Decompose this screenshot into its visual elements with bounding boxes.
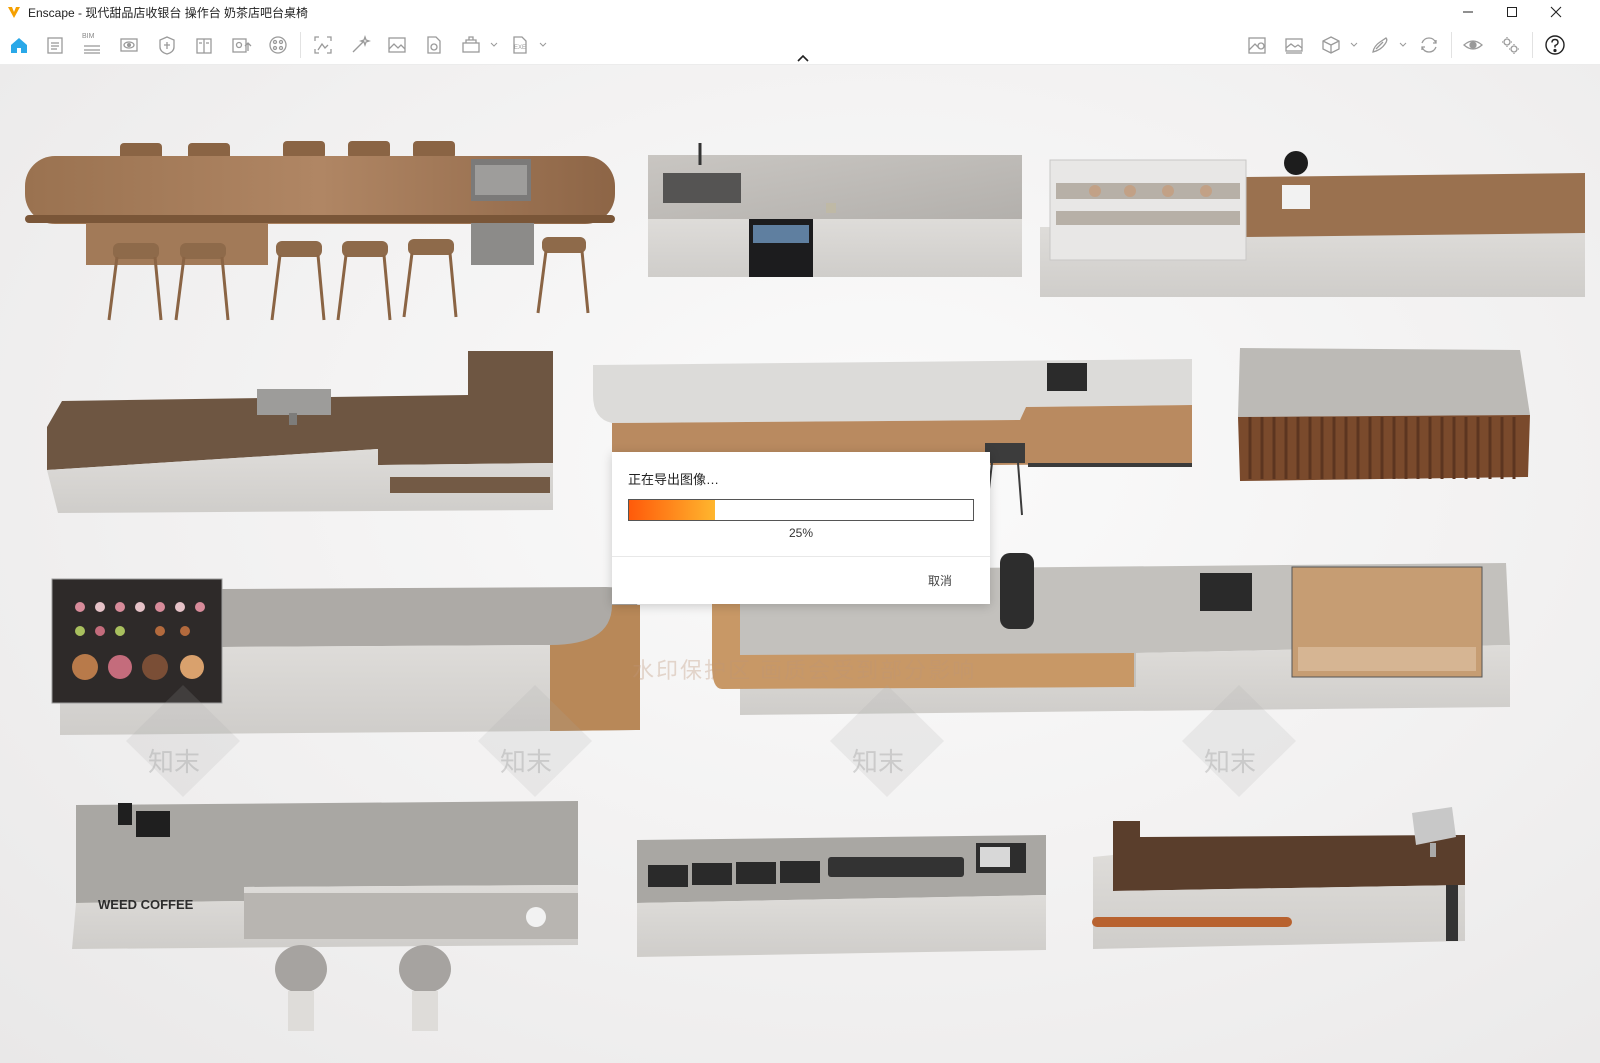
cube-icon	[1322, 36, 1340, 54]
progress-bar	[628, 499, 974, 521]
toolbar-separator	[1451, 32, 1452, 58]
watermark-logo: 知末	[852, 748, 904, 778]
chevron-down-icon[interactable]	[490, 41, 498, 49]
asset-button[interactable]	[156, 34, 178, 56]
watermark-logo: 知末	[1204, 748, 1256, 778]
export-progress-dialog: 正在导出图像… 25% 取消	[612, 452, 990, 604]
cashier-l-counter	[47, 351, 553, 513]
chevron-down-icon[interactable]	[539, 41, 547, 49]
book-icon	[196, 38, 212, 54]
chevron-down-icon[interactable]	[1350, 41, 1358, 49]
asset-icon	[159, 36, 175, 55]
upload-icon	[232, 38, 252, 53]
watermark-logo: 知末	[148, 748, 200, 778]
pastry-display-counter	[1040, 151, 1585, 297]
settings-icon	[1502, 37, 1519, 54]
view-icon	[120, 38, 138, 52]
cancel-button[interactable]: 取消	[924, 570, 956, 591]
maximize-icon	[1507, 7, 1517, 17]
dark-wood-reception-counter	[1092, 807, 1465, 949]
sync-button[interactable]	[1418, 34, 1440, 56]
magic-icon	[352, 34, 371, 53]
eye-icon	[1463, 40, 1483, 50]
materials-button[interactable]	[267, 34, 289, 56]
enscape-logo-icon	[8, 7, 20, 18]
toolbar-separator	[1532, 32, 1533, 58]
gallery-icon	[1285, 38, 1303, 54]
home-button[interactable]	[8, 34, 30, 56]
image-button[interactable]	[386, 34, 408, 56]
document-icon	[47, 37, 63, 54]
chevron-up-icon[interactable]	[795, 52, 811, 64]
map-icon	[1248, 37, 1266, 54]
watermark-logo: 知末	[500, 748, 552, 778]
cube-button[interactable]	[1320, 34, 1342, 56]
image-icon	[388, 37, 406, 53]
view-button[interactable]	[118, 34, 140, 56]
magic-button[interactable]	[349, 34, 371, 56]
toolbar-separator	[300, 32, 301, 58]
dialog-title: 正在导出图像…	[628, 472, 720, 487]
progress-bar-fill	[629, 500, 715, 520]
scene-label-weed-coffee: WEED COFFEE	[98, 897, 194, 912]
batch-icon	[462, 36, 480, 53]
capture-button[interactable]	[312, 34, 334, 56]
materials-icon	[269, 36, 287, 54]
dialog-divider	[612, 556, 990, 557]
batch-button[interactable]	[460, 34, 482, 56]
document-button[interactable]	[44, 34, 66, 56]
maximize-button[interactable]	[1490, 0, 1534, 24]
close-button[interactable]	[1534, 0, 1578, 24]
book-button[interactable]	[193, 34, 215, 56]
sink-workstation	[648, 143, 1022, 277]
brush-icon	[1372, 37, 1388, 53]
export-button[interactable]: EXE	[509, 34, 531, 56]
menu-board-counter	[637, 835, 1046, 957]
close-icon	[1550, 6, 1562, 18]
bar-counter-with-stools	[25, 141, 615, 321]
weed-coffee-counter: WEED COFFEE	[72, 801, 578, 1031]
gallery-button[interactable]	[1283, 34, 1305, 56]
upload-button[interactable]	[230, 34, 252, 56]
settings-button[interactable]	[1499, 34, 1521, 56]
help-button[interactable]	[1544, 34, 1566, 56]
watermark-text: 水印保护区 画质会受到部分影响	[632, 658, 977, 683]
file-button[interactable]	[423, 34, 445, 56]
window-title: Enscape - 现代甜品店收银台 操作台 奶茶店吧台桌椅	[28, 5, 309, 20]
home-icon	[11, 38, 27, 53]
bim-label: BIM	[82, 33, 95, 40]
help-icon	[1545, 35, 1565, 55]
map-button[interactable]	[1246, 34, 1268, 56]
sync-icon	[1421, 37, 1437, 53]
minimize-button[interactable]	[1446, 0, 1490, 24]
brush-button[interactable]	[1369, 34, 1391, 56]
minimize-icon	[1463, 11, 1473, 13]
eye-button[interactable]	[1462, 34, 1484, 56]
file-icon	[427, 36, 441, 54]
title-bar: Enscape - 现代甜品店收银台 操作台 奶茶店吧台桌椅	[0, 0, 1600, 24]
export-badge: EXE	[514, 45, 527, 51]
chevron-down-icon[interactable]	[1399, 41, 1407, 49]
capture-icon	[314, 36, 332, 54]
bim-button[interactable]: BIM	[81, 33, 103, 56]
progress-percentage: 25%	[788, 526, 814, 540]
slatted-wood-counter	[1238, 348, 1530, 481]
